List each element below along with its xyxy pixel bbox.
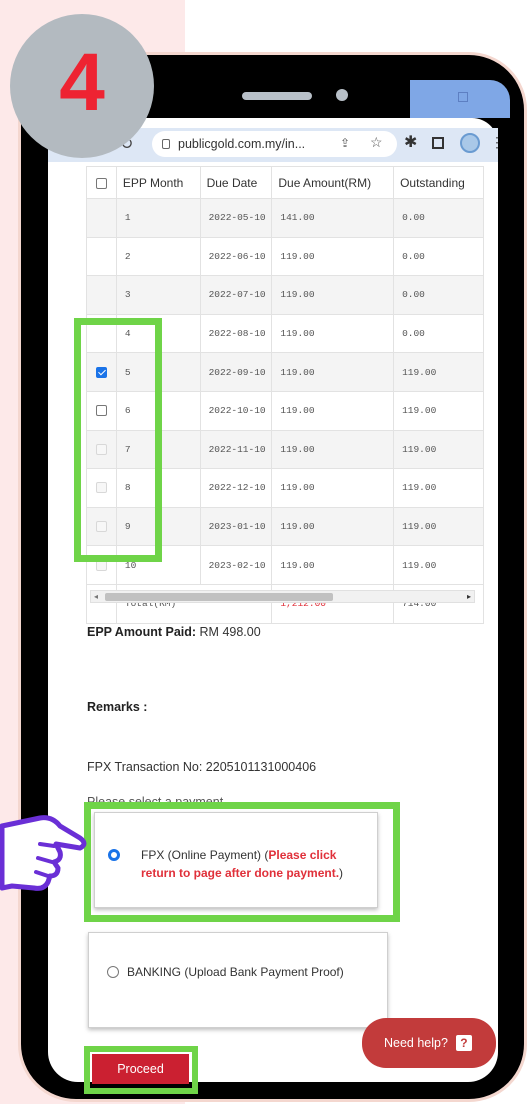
table-row: 1 2022-05-10 141.00 0.00 xyxy=(86,198,484,238)
table-row: 2 2022-06-10 119.00 0.00 xyxy=(86,236,484,277)
extensions-icon[interactable]: ✱ xyxy=(404,132,417,152)
due-amount-cell: 119.00 xyxy=(271,313,395,354)
outstanding-cell: 119.00 xyxy=(393,352,484,392)
due-amount-cell: 119.00 xyxy=(271,468,395,508)
side-panel-icon[interactable] xyxy=(432,137,444,149)
due-amount-cell: 119.00 xyxy=(271,275,395,315)
help-icon: ? xyxy=(455,1035,472,1051)
epp-amount-paid-label: EPP Amount Paid: xyxy=(87,625,197,639)
due-date-cell: 2022-05-10 xyxy=(199,198,273,238)
due-amount-cell: 119.00 xyxy=(271,429,395,470)
profile-avatar-icon[interactable] xyxy=(460,133,480,153)
outstanding-cell: 0.00 xyxy=(393,275,484,315)
fpx-transaction-number: FPX Transaction No: 2205101131000406 xyxy=(87,760,317,774)
fpx-option-highlight xyxy=(84,802,400,922)
due-amount-cell: 119.00 xyxy=(271,352,395,392)
epp-month-cell: 2 xyxy=(115,236,201,277)
select-all-checkbox[interactable] xyxy=(95,177,107,189)
select-all-cell xyxy=(86,166,117,199)
scrollbar-thumb[interactable] xyxy=(105,593,333,601)
row-checkbox-cell xyxy=(86,236,117,277)
due-date-cell: 2022-07-10 xyxy=(199,275,273,315)
due-date-cell: 2022-11-10 xyxy=(199,429,273,470)
outstanding-cell: 0.00 xyxy=(393,236,484,277)
lock-icon xyxy=(162,139,170,149)
scroll-right-icon[interactable]: ▸ xyxy=(467,592,471,601)
payment-option-banking[interactable]: BANKING (Upload Bank Payment Proof) xyxy=(88,932,388,1028)
camera-icon xyxy=(336,89,348,101)
due-amount-cell: 119.00 xyxy=(271,506,395,547)
epp-amount-paid-value: RM 498.00 xyxy=(199,625,261,639)
need-help-label: Need help? xyxy=(384,1036,448,1050)
due-date-cell: 2022-06-10 xyxy=(199,236,273,277)
row-checkbox-cell xyxy=(86,275,117,315)
outstanding-cell: 119.00 xyxy=(393,545,484,585)
step-number: 4 xyxy=(59,37,105,128)
due-date-cell: 2022-08-10 xyxy=(199,313,273,354)
url-text: publicgold.com.my/in... xyxy=(178,137,306,151)
due-date-cell: 2022-10-10 xyxy=(199,390,273,431)
banking-option-label: BANKING (Upload Bank Payment Proof) xyxy=(127,965,344,979)
outstanding-cell: 119.00 xyxy=(393,506,484,547)
phone-notch xyxy=(150,60,410,118)
remarks-label: Remarks : xyxy=(87,700,148,714)
col-header-outstanding: Outstanding xyxy=(393,166,484,199)
epp-amount-paid: EPP Amount Paid: RM 498.00 xyxy=(87,625,261,639)
month-selection-highlight xyxy=(74,318,162,562)
due-date-cell: 2023-02-10 xyxy=(199,545,273,585)
due-date-cell: 2023-01-10 xyxy=(199,506,273,547)
outstanding-cell: 119.00 xyxy=(393,468,484,508)
more-menu-icon[interactable]: ⋮ xyxy=(490,134,504,151)
due-amount-cell: 119.00 xyxy=(271,390,395,431)
proceed-button[interactable]: Proceed xyxy=(92,1054,189,1084)
epp-month-cell: 1 xyxy=(115,198,201,238)
banking-radio[interactable] xyxy=(107,966,119,978)
row-checkbox-cell xyxy=(86,198,117,238)
share-icon[interactable]: ⇪ xyxy=(340,136,350,150)
bookmark-star-icon[interactable]: ☆ xyxy=(370,134,383,151)
address-bar[interactable]: publicgold.com.my/in... xyxy=(152,131,397,157)
due-amount-cell: 119.00 xyxy=(271,236,395,277)
outstanding-cell: 0.00 xyxy=(393,313,484,354)
due-amount-cell: 119.00 xyxy=(271,545,395,585)
due-date-cell: 2022-12-10 xyxy=(199,468,273,508)
need-help-button[interactable]: Need help? ? xyxy=(362,1018,496,1068)
col-header-due-amount: Due Amount(RM) xyxy=(271,166,395,199)
pointing-hand-icon xyxy=(0,815,87,891)
horizontal-scrollbar[interactable]: ◂ ▸ xyxy=(90,590,475,603)
outstanding-cell: 119.00 xyxy=(393,429,484,470)
table-row: 3 2022-07-10 119.00 0.00 xyxy=(86,275,484,315)
outstanding-cell: 0.00 xyxy=(393,198,484,238)
window-icon xyxy=(458,92,468,102)
col-header-due-date: Due Date xyxy=(199,166,273,199)
step-badge: 4 xyxy=(10,14,154,158)
due-amount-cell: 141.00 xyxy=(271,198,395,238)
speaker-icon xyxy=(242,92,312,100)
scroll-left-icon[interactable]: ◂ xyxy=(94,592,98,601)
due-date-cell: 2022-09-10 xyxy=(199,352,273,392)
epp-month-cell: 3 xyxy=(115,275,201,315)
outstanding-cell: 119.00 xyxy=(393,390,484,431)
col-header-epp-month: EPP Month xyxy=(115,166,201,199)
